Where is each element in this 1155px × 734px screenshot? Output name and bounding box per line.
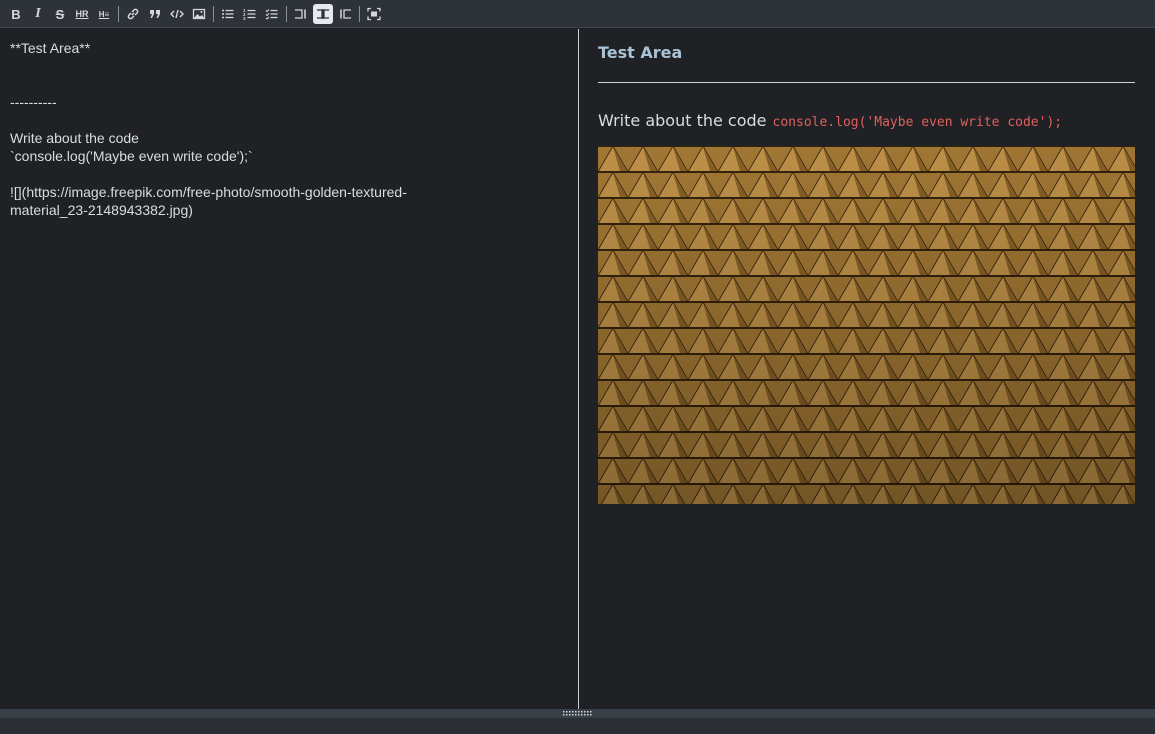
toolbar-separator	[359, 6, 360, 22]
split-view-button[interactable]	[313, 4, 333, 24]
link-icon	[127, 8, 139, 20]
editor-statusbar	[0, 709, 1155, 734]
editor-line: ----------	[10, 94, 57, 110]
ordered-list-button[interactable]: 123	[240, 4, 260, 24]
preview-inline-code: console.log('Maybe even write code');	[772, 115, 1063, 130]
toolbar-separator	[118, 6, 119, 22]
italic-button[interactable]: I	[28, 4, 48, 24]
editor-line: `console.log('Maybe even write code');`	[10, 148, 253, 164]
heading-button[interactable]: H≡	[94, 4, 114, 24]
preview-image	[598, 146, 1135, 504]
quote-icon	[150, 10, 160, 18]
toolbar-separator	[286, 6, 287, 22]
edit-mode-icon	[295, 9, 306, 19]
task-list-button[interactable]	[262, 4, 282, 24]
strikethrough-icon: S	[55, 6, 65, 22]
strikethrough-button[interactable]: S	[50, 4, 70, 24]
preview-paragraph: Write about the code console.log('Maybe e…	[598, 111, 1135, 130]
fullscreen-button[interactable]	[364, 4, 384, 24]
preview-only-button[interactable]	[335, 4, 355, 24]
grip-icon	[563, 711, 592, 716]
editor-line: Write about the code	[10, 130, 139, 146]
image-icon	[192, 8, 206, 20]
preview-title: Test Area	[598, 43, 683, 62]
italic-icon: I	[35, 6, 41, 21]
unordered-list-icon	[222, 9, 234, 19]
split-view-icon	[317, 9, 329, 19]
toolbar-separator	[213, 6, 214, 22]
link-button[interactable]	[123, 4, 143, 24]
editor-line: **Test Area**	[10, 40, 91, 56]
edit-only-button[interactable]	[291, 4, 311, 24]
preview-mode-icon	[340, 9, 351, 19]
editor-line: material_23-2148943382.jpg)	[10, 202, 193, 218]
quote-button[interactable]	[145, 4, 165, 24]
unordered-list-button[interactable]	[218, 4, 238, 24]
golden-texture-image	[598, 146, 1135, 504]
image-button[interactable]	[189, 4, 209, 24]
markdown-preview: Test Area Write about the code console.lo…	[579, 29, 1155, 709]
markdown-toolbar: B I S HR H≡ 123	[0, 0, 1155, 28]
resize-handle[interactable]	[0, 709, 1155, 718]
bold-button[interactable]: B	[6, 4, 26, 24]
task-list-icon	[265, 9, 278, 20]
svg-text:3: 3	[243, 16, 246, 21]
bold-icon: B	[11, 6, 21, 22]
ordered-list-icon: 123	[243, 8, 256, 21]
editor-line: ![](https://image.freepik.com/free-photo…	[10, 184, 407, 200]
code-icon	[170, 9, 184, 19]
hr-icon: HR	[75, 9, 89, 19]
fullscreen-icon	[367, 7, 381, 21]
preview-horizontal-rule	[598, 82, 1135, 83]
horizontal-rule-button[interactable]: HR	[72, 4, 92, 24]
code-button[interactable]	[167, 4, 187, 24]
markdown-editor[interactable]: **Test Area** ---------- Write about the…	[0, 29, 578, 709]
heading-icon: H≡	[98, 9, 110, 19]
preview-paragraph-text: Write about the code	[598, 111, 767, 130]
